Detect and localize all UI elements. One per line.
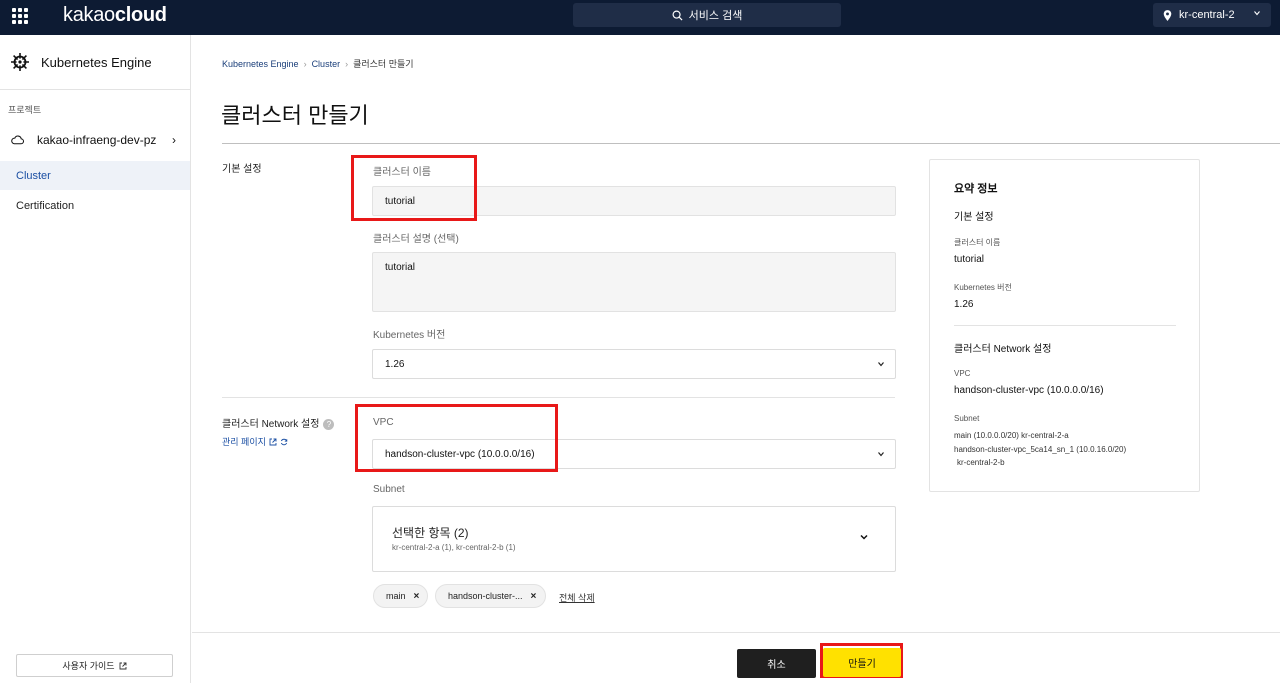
chevron-down-icon [878,452,884,457]
summary-subnet-line: handson-cluster-vpc_5ca14_sn_1 (10.0.16.… [954,445,1127,454]
search-icon [672,10,683,21]
subnet-chip-handson: handson-cluster-... × [435,584,546,608]
manage-page-label: 관리 페이지 [222,437,266,447]
chevron-down-icon [860,534,868,540]
footer-divider [192,632,1280,633]
cloud-icon [11,135,24,144]
breadcrumb-cluster[interactable]: Cluster [312,59,341,69]
external-link-icon [269,438,277,445]
breadcrumb-separator-icon: › [303,58,307,69]
manage-page-link[interactable]: 관리 페이지 [222,435,288,448]
refresh-icon[interactable] [280,438,288,446]
breadcrumb-current: 클러스터 만들기 [353,59,414,69]
top-navigation-bar: kakaocloud 서비스 검색 kr-central-2 [0,0,1280,35]
create-button[interactable]: 만들기 [823,648,901,677]
region-selector[interactable]: kr-central-2 [1153,3,1271,27]
cluster-description-textarea[interactable]: tutorial [372,252,896,312]
chevron-down-icon [878,362,884,367]
kakaocloud-logo[interactable]: kakaocloud [63,4,167,27]
summary-subnet-line: main (10.0.0.0/20) kr-central-2-a [954,431,1069,440]
chip-label: handson-cluster-... [448,591,523,601]
summary-subnet-label: Subnet [954,414,980,423]
sidebar-item-cluster[interactable]: Cluster [0,161,190,190]
subnet-chip-main: main × [373,584,428,608]
kubernetes-version-label: Kubernetes 버전 [373,330,446,341]
chip-label: main [386,591,406,601]
user-guide-button[interactable]: 사용자 가이드 [16,654,173,677]
help-icon[interactable]: ? [323,418,335,430]
app-grid-icon[interactable] [12,8,28,24]
title-divider [222,143,1280,144]
summary-vpc-value: handson-cluster-vpc (10.0.0.0/16) [954,385,1104,396]
location-pin-icon [1163,9,1172,21]
service-title: Kubernetes Engine [41,54,152,70]
chevron-down-icon [1254,11,1260,16]
highlight-box [355,404,558,472]
external-link-icon [119,662,127,669]
service-header[interactable]: Kubernetes Engine [0,35,190,90]
project-selector[interactable]: kakao-infraeng-dev-pz › [0,127,190,152]
basic-settings-label: 기본 설정 [222,164,262,175]
sidebar-item-label: Certification [16,199,75,212]
service-search-input[interactable]: 서비스 검색 [573,3,841,27]
kubernetes-helm-icon [11,53,29,71]
kubernetes-version-value: 1.26 [385,358,405,370]
project-name: kakao-infraeng-dev-pz [37,132,157,147]
breadcrumb-separator-icon: › [345,58,349,69]
sidebar-item-certification[interactable]: Certification [0,191,190,220]
summary-network-section: 클러스터 Network 설정 [954,344,1052,355]
subnet-selected-summary: kr-central-2-a (1), kr-central-2-b (1) [392,543,516,552]
section-divider [222,397,895,398]
summary-version-value: 1.26 [954,299,974,310]
subnet-label: Subnet [373,484,405,495]
summary-divider [954,325,1176,326]
network-settings-label: 클러스터 Network 설정? [222,415,335,430]
summary-vpc-label: VPC [954,369,971,378]
network-settings-title: 클러스터 Network 설정 [222,419,320,430]
cluster-description-value: tutorial [385,262,416,273]
page-title: 클러스터 만들기 [221,103,369,128]
sidebar-item-label: Cluster [16,169,51,182]
region-label: kr-central-2 [1179,9,1235,21]
summary-subnet-line: kr-central-2-b [957,458,1005,467]
user-guide-label: 사용자 가이드 [62,661,115,671]
remove-chip-icon[interactable]: × [531,591,537,602]
project-section-label: 프로젝트 [8,105,42,115]
sidebar: Kubernetes Engine 프로젝트 kakao-infraeng-de… [0,35,191,683]
summary-version-label: Kubernetes 버전 [954,283,1012,292]
remove-chip-icon[interactable]: × [414,591,420,602]
cancel-button[interactable]: 취소 [737,649,816,678]
clear-all-link[interactable]: 전체 삭제 [559,591,595,604]
subnet-multiselect[interactable]: 선택한 항목 (2) kr-central-2-a (1), kr-centra… [372,506,896,572]
chevron-right-icon: › [172,133,176,147]
search-placeholder: 서비스 검색 [688,10,743,22]
summary-name-value: tutorial [954,254,985,265]
breadcrumb: Kubernetes Engine › Cluster › 클러스터 만들기 [222,57,414,70]
summary-basic-section: 기본 설정 [954,212,994,223]
summary-panel: 요약 정보 기본 설정 클러스터 이름 tutorial Kubernetes … [929,159,1200,492]
summary-title: 요약 정보 [954,183,998,195]
highlight-box [351,155,477,221]
breadcrumb-kubernetes-engine[interactable]: Kubernetes Engine [222,59,299,69]
subnet-selected-title: 선택한 항목 (2) [392,526,469,540]
kubernetes-version-select[interactable]: 1.26 [372,349,896,379]
summary-name-label: 클러스터 이름 [954,238,1001,247]
cluster-description-label: 클러스터 설명 (선택) [373,234,459,245]
